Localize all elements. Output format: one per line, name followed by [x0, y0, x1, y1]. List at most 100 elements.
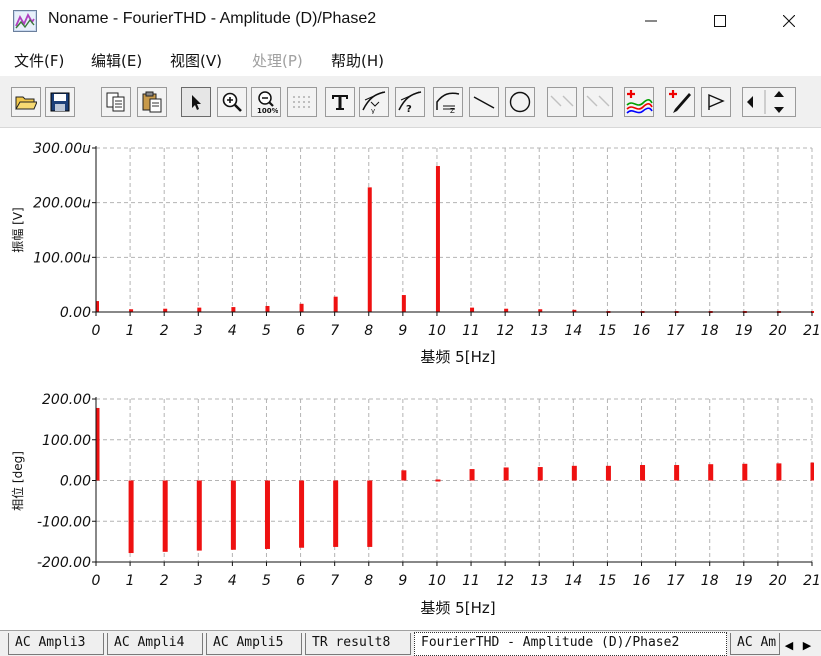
phase-y-tick-label: -200.00 — [37, 555, 91, 571]
zoom-in-icon — [222, 92, 242, 112]
tangent-query-icon: ? — [398, 91, 422, 114]
menu-edit[interactable]: 编辑(E) — [91, 50, 142, 71]
phase-y-tick-label: 200.00 — [42, 392, 91, 408]
phase-bar — [128, 480, 134, 554]
menu-process[interactable]: 处理(P) — [252, 50, 303, 71]
cursor-line-1-button[interactable] — [547, 87, 577, 117]
ellipse-button[interactable] — [505, 87, 535, 117]
phase-x-axis-label: 基频 5[Hz] — [420, 599, 495, 617]
tangent-y-button[interactable]: y — [359, 87, 389, 117]
phase-bar — [96, 407, 100, 481]
phase-bar — [674, 465, 680, 481]
amplitude-x-tick-label: 12 — [496, 323, 514, 339]
tab-scroll-left-icon[interactable]: ◀ — [782, 637, 796, 653]
phase-bar — [810, 462, 814, 481]
phase-x-tick-label: 6 — [296, 573, 305, 589]
add-curve-button[interactable] — [624, 87, 654, 117]
amplitude-x-tick-label: 5 — [262, 323, 271, 339]
phase-bar — [401, 470, 407, 481]
amplitude-bar — [470, 307, 475, 312]
add-marker-button[interactable] — [665, 87, 695, 117]
paste-button[interactable] — [137, 87, 167, 117]
minimize-button[interactable] — [628, 0, 674, 42]
tangent-y-icon: y — [362, 91, 386, 114]
zoom-in-button[interactable] — [217, 87, 247, 117]
phase-x-tick-label: 3 — [194, 573, 203, 589]
tab-scroll-right-icon[interactable]: ▶ — [800, 637, 814, 653]
amplitude-bar — [231, 307, 236, 312]
amplitude-y-tick-label: 300.00u — [33, 141, 91, 157]
line-icon — [473, 96, 495, 109]
phase-bar — [196, 480, 202, 551]
phase-bar — [435, 479, 441, 482]
pointer-button[interactable] — [181, 87, 211, 117]
cursor-line-2-icon — [586, 95, 610, 107]
window-title: Noname - FourierTHD - Amplitude (D)/Phas… — [48, 10, 377, 27]
amplitude-x-tick-label: 19 — [735, 323, 753, 339]
amplitude-x-tick-label: 9 — [398, 323, 407, 339]
fourier-plots[interactable]: 0.00100.00u200.00u300.00u0 1 2 3 4 5 6 7 8 9 10 11 1… — [0, 129, 821, 629]
phase-bar — [537, 467, 543, 481]
amplitude-x-tick-label: 18 — [701, 323, 719, 339]
zoom-100-button[interactable]: 100% — [251, 87, 281, 117]
menu-help[interactable]: 帮助(H) — [331, 50, 384, 71]
tab-tr-result8[interactable]: TR result8 — [305, 633, 411, 655]
tab-ac-ampli4[interactable]: AC Ampli4 — [107, 633, 203, 655]
phase-x-tick-label: 9 — [398, 573, 407, 589]
phase-y-tick-label: -100.00 — [37, 514, 91, 530]
tab-ac-ampli3[interactable]: AC Ampli3 — [8, 633, 104, 655]
menu-view[interactable]: 视图(V) — [170, 50, 222, 71]
tab-ac-ampli5[interactable]: AC Ampli5 — [206, 633, 302, 655]
ellipse-icon — [509, 91, 531, 113]
amplitude-y-tick-label: 200.00u — [33, 196, 91, 212]
phase-y-tick-label: 100.00 — [42, 433, 91, 449]
menu-file[interactable]: 文件(F) — [14, 50, 64, 71]
phase-bar — [742, 463, 748, 481]
grid-button[interactable] — [287, 87, 317, 117]
phase-x-tick-label: 7 — [330, 573, 339, 589]
title-bar: Noname - FourierTHD - Amplitude (D)/Phas… — [0, 0, 821, 42]
tab-fourierthd-amplitude-phase2[interactable]: FourierTHD - Amplitude (D)/Phase2 — [414, 632, 727, 656]
phase-bar — [264, 480, 270, 549]
tangent-query-button[interactable]: ? — [395, 87, 425, 117]
amplitude-x-tick-label: 7 — [330, 323, 339, 339]
amplitude-x-tick-label: 20 — [769, 323, 787, 339]
save-button[interactable] — [45, 87, 75, 117]
phase-bar — [469, 469, 475, 481]
amplitude-bar — [197, 307, 202, 312]
phase-bar — [299, 480, 305, 548]
phase-bar — [333, 480, 339, 547]
svg-text:Z: Z — [450, 107, 455, 114]
svg-text:100%: 100% — [257, 107, 278, 114]
phase-x-tick-label: 13 — [530, 573, 548, 589]
amplitude-y-tick-label: 100.00u — [33, 250, 91, 266]
cursor-line-2-button[interactable] — [583, 87, 613, 117]
phase-x-tick-label: 5 — [262, 573, 271, 589]
phase-x-tick-label: 4 — [228, 573, 237, 589]
text-button[interactable] — [325, 87, 355, 117]
zoom-100-icon: 100% — [257, 91, 278, 114]
step-button[interactable] — [701, 87, 731, 117]
amplitude-x-tick-label: 21 — [803, 323, 821, 339]
copy-button[interactable] — [101, 87, 131, 117]
phase-x-tick-label: 18 — [701, 573, 719, 589]
amplitude-x-axis-label: 基频 5[Hz] — [420, 348, 495, 366]
open-button[interactable] — [11, 87, 41, 117]
phase-bar — [162, 480, 168, 552]
amplitude-bar — [367, 187, 372, 312]
close-button[interactable] — [766, 0, 812, 42]
curve-z-button[interactable]: Z — [433, 87, 463, 117]
plot-area[interactable]: 0.00 100.00u 200.00u 300.00u 0 1 2 3 4 5 6 7 8 9 10 11 1… — [0, 129, 821, 629]
line-button[interactable] — [469, 87, 499, 117]
amplitude-y-tick-label: 0.00 — [60, 305, 91, 321]
phase-x-tick-label: 19 — [735, 573, 753, 589]
cursor-arrows-button[interactable] — [742, 87, 796, 117]
amplitude-bar — [299, 303, 304, 312]
add-curve-icon — [626, 90, 653, 114]
phase-x-tick-label: 0 — [92, 573, 101, 589]
save-icon — [50, 92, 70, 112]
maximize-button[interactable] — [697, 0, 743, 42]
tab-ac-am[interactable]: AC Am — [730, 633, 780, 655]
amplitude-bar — [265, 305, 270, 312]
phase-bar — [503, 467, 509, 481]
